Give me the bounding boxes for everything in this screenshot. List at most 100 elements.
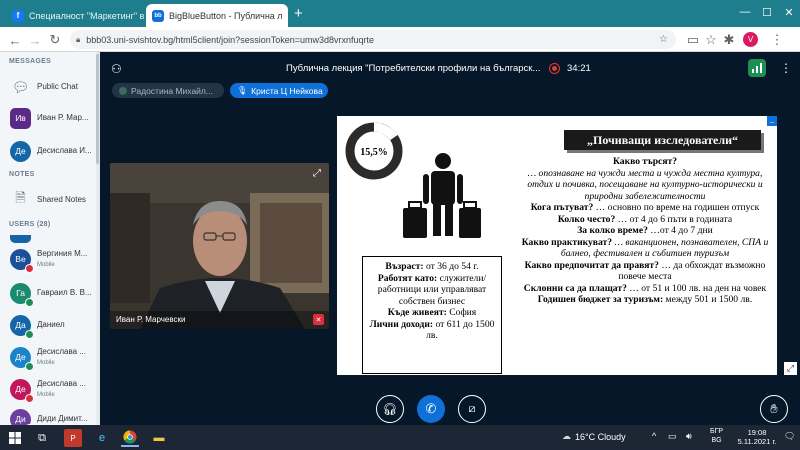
- new-tab-button[interactable]: +: [294, 5, 303, 22]
- minimize-presentation-icon[interactable]: –: [767, 116, 777, 126]
- tab-marketing[interactable]: f Специалност "Маркетинг" випу ✕: [6, 4, 144, 27]
- donut-label: 15,5%: [360, 147, 388, 158]
- clock-date: 5.11.2021 г.: [737, 437, 777, 447]
- chat-bubble-icon: 💬︎: [11, 78, 30, 95]
- address-bar[interactable]: 🔒︎ bbb03.uni-svishtov.bg/html5client/joi…: [70, 30, 676, 49]
- shared-notes-item[interactable]: 🗎︎ Shared Notes: [0, 185, 96, 215]
- users-section-title: USERS (28): [9, 221, 51, 228]
- close-window-button[interactable]: ✕: [778, 3, 800, 21]
- user-name: Даниел: [37, 320, 65, 330]
- qa-item: Какво търсят?… опознаване на чужди места…: [527, 156, 763, 202]
- extensions-icon[interactable]: ✱: [720, 31, 738, 49]
- share-screen-button[interactable]: ⧄: [458, 395, 486, 423]
- muted-mic-icon: ✕: [313, 314, 324, 325]
- presentation-fullscreen-icon[interactable]: ⤢: [784, 362, 797, 375]
- bookmark-icon[interactable]: ☆: [702, 31, 720, 49]
- user-name: Диди Димит...: [37, 414, 88, 424]
- chrome-icon[interactable]: [121, 429, 139, 447]
- slide-qa-text: Какво търсят?… опознаване на чужди места…: [517, 156, 773, 306]
- user-list-item[interactable]: Де Десислава ... Mobile: [0, 374, 96, 404]
- avatar: Де: [10, 378, 34, 403]
- muted-mic-badge-icon: [25, 263, 34, 273]
- chat-item[interactable]: Ив Иван Р. Мар...: [0, 103, 96, 133]
- profile-line: Работят като: служители/работници или уп…: [377, 272, 487, 307]
- cloud-icon: ☁︎: [562, 431, 571, 441]
- talker-pill-active: 🎙︎ Криста Ц Нейкова: [230, 83, 328, 98]
- talker-name: Радостина Михайл...: [131, 85, 213, 96]
- avatar: Де: [10, 346, 34, 371]
- user-device: Mobile: [37, 261, 55, 268]
- minimize-button[interactable]: —: [734, 3, 756, 21]
- user-name: Десислава ...: [37, 379, 86, 389]
- recording-timer: 34:21: [567, 63, 591, 74]
- powerpoint-icon[interactable]: P: [64, 429, 82, 447]
- phone-icon: ✆: [425, 401, 437, 416]
- user-list-item[interactable]: Да Даниел: [0, 310, 96, 340]
- user-list-item[interactable]: Га Гаврaил В. В...: [0, 278, 96, 308]
- clock[interactable]: 19:08 5.11.2021 г.: [733, 428, 781, 447]
- back-arrow-icon[interactable]: ←: [6, 31, 24, 49]
- screen-share-off-icon: ⧄: [468, 402, 476, 415]
- profile-line: Къде живеят: София: [387, 307, 477, 318]
- user-name: Десислава ...: [37, 347, 86, 357]
- volume-icon[interactable]: 🔊︎: [686, 431, 692, 442]
- chat-item[interactable]: Де Десислава И...: [0, 136, 96, 166]
- profile-line: Възраст: от 36 до 54 г.: [385, 261, 479, 272]
- user-device: Mobile: [37, 391, 55, 398]
- task-view-icon[interactable]: ⧉: [33, 429, 51, 447]
- weather-widget[interactable]: ☁︎ 16°C Cloudy: [562, 431, 626, 442]
- tray-chevron-icon[interactable]: ^: [652, 431, 656, 441]
- bbb-favicon-icon: bb: [152, 9, 164, 22]
- browser-toolbar: ← → ↻ 🔒︎ bbb03.uni-svishtov.bg/html5clie…: [0, 27, 800, 52]
- user-list-item[interactable]: Де Десислава ... Mobile: [0, 342, 96, 372]
- tab-title: Специалност "Маркетинг" випу: [29, 10, 144, 21]
- bookmark-star-icon[interactable]: ☆: [659, 34, 668, 45]
- chat-user-name: Иван Р. Мар...: [37, 113, 89, 123]
- fullscreen-icon[interactable]: ⤢: [313, 168, 321, 179]
- user-list-toggle-icon[interactable]: ⚇: [111, 62, 122, 76]
- profile-avatar[interactable]: V: [743, 32, 758, 47]
- file-explorer-icon[interactable]: ▬: [150, 429, 168, 447]
- talker-pill: Радостина Михайл...: [112, 83, 224, 98]
- meeting-area: ⚇ Публична лекция "Потребителски профили…: [100, 52, 800, 425]
- leave-audio-button[interactable]: 🎧︎: [376, 395, 404, 423]
- notes-section-title: NOTES: [9, 171, 35, 178]
- tab-bigbluebutton[interactable]: bb BigBlueButton - Публична л ✕: [146, 4, 288, 27]
- menu-kebab-icon[interactable]: ⋮: [768, 31, 786, 49]
- connection-status-icon[interactable]: [748, 59, 766, 77]
- talker-name: Криста Ц Нейкова: [251, 85, 323, 96]
- avatar: Га: [10, 282, 34, 307]
- user-device: Mobile: [37, 359, 55, 366]
- user-list-item[interactable]: Ди Диди Димит...: [0, 404, 96, 425]
- lock-icon: 🔒︎: [76, 34, 81, 44]
- reload-icon[interactable]: ↻: [46, 31, 64, 49]
- microphone-icon: 🎙︎: [237, 86, 248, 95]
- phone-audio-button[interactable]: ✆: [417, 395, 445, 423]
- notifications-icon[interactable]: 🗨︎: [784, 431, 795, 442]
- language-code: БГР: [710, 428, 724, 435]
- windows-start-icon[interactable]: [6, 429, 24, 447]
- url-text: bbb03.uni-svishtov.bg/html5client/join?s…: [86, 34, 375, 45]
- raise-hand-button[interactable]: ✋︎: [760, 395, 788, 423]
- webcam-video[interactable]: ⤢ Иван Р. Марчевски ✕: [110, 163, 329, 329]
- public-chat-item[interactable]: 💬︎ Public Chat: [0, 72, 96, 102]
- forward-arrow-icon[interactable]: →: [26, 31, 44, 49]
- messages-section-title: MESSAGES: [9, 58, 52, 65]
- recording-indicator-icon[interactable]: [549, 63, 560, 74]
- meeting-title: Публична лекция "Потребителски профили н…: [286, 63, 541, 74]
- network-icon[interactable]: ▭: [668, 431, 677, 442]
- webcam-user-name: Иван Р. Марчевски: [116, 315, 186, 324]
- cast-icon[interactable]: ▭: [684, 31, 702, 49]
- tab-title: BigBlueButton - Публична л: [169, 10, 283, 21]
- qa-item: За колко време? …от 4 до 7 дни: [577, 225, 713, 236]
- maximize-button[interactable]: ☐: [756, 3, 778, 21]
- options-menu-icon[interactable]: ⋮: [780, 61, 792, 75]
- language-indicator[interactable]: БГР BG: [710, 428, 723, 446]
- hand-icon: ✋︎: [770, 401, 778, 416]
- mic-badge-icon: [25, 329, 34, 339]
- profile-box: Възраст: от 36 до 54 г. Работят като: сл…: [362, 256, 502, 374]
- mic-badge-icon: [25, 297, 34, 307]
- sidebar: MESSAGES 💬︎ Public Chat Ив Иван Р. Мар..…: [0, 52, 100, 425]
- user-list-item[interactable]: Ве Вергиния М... Mobile: [0, 244, 96, 274]
- edge-icon[interactable]: e: [93, 429, 111, 447]
